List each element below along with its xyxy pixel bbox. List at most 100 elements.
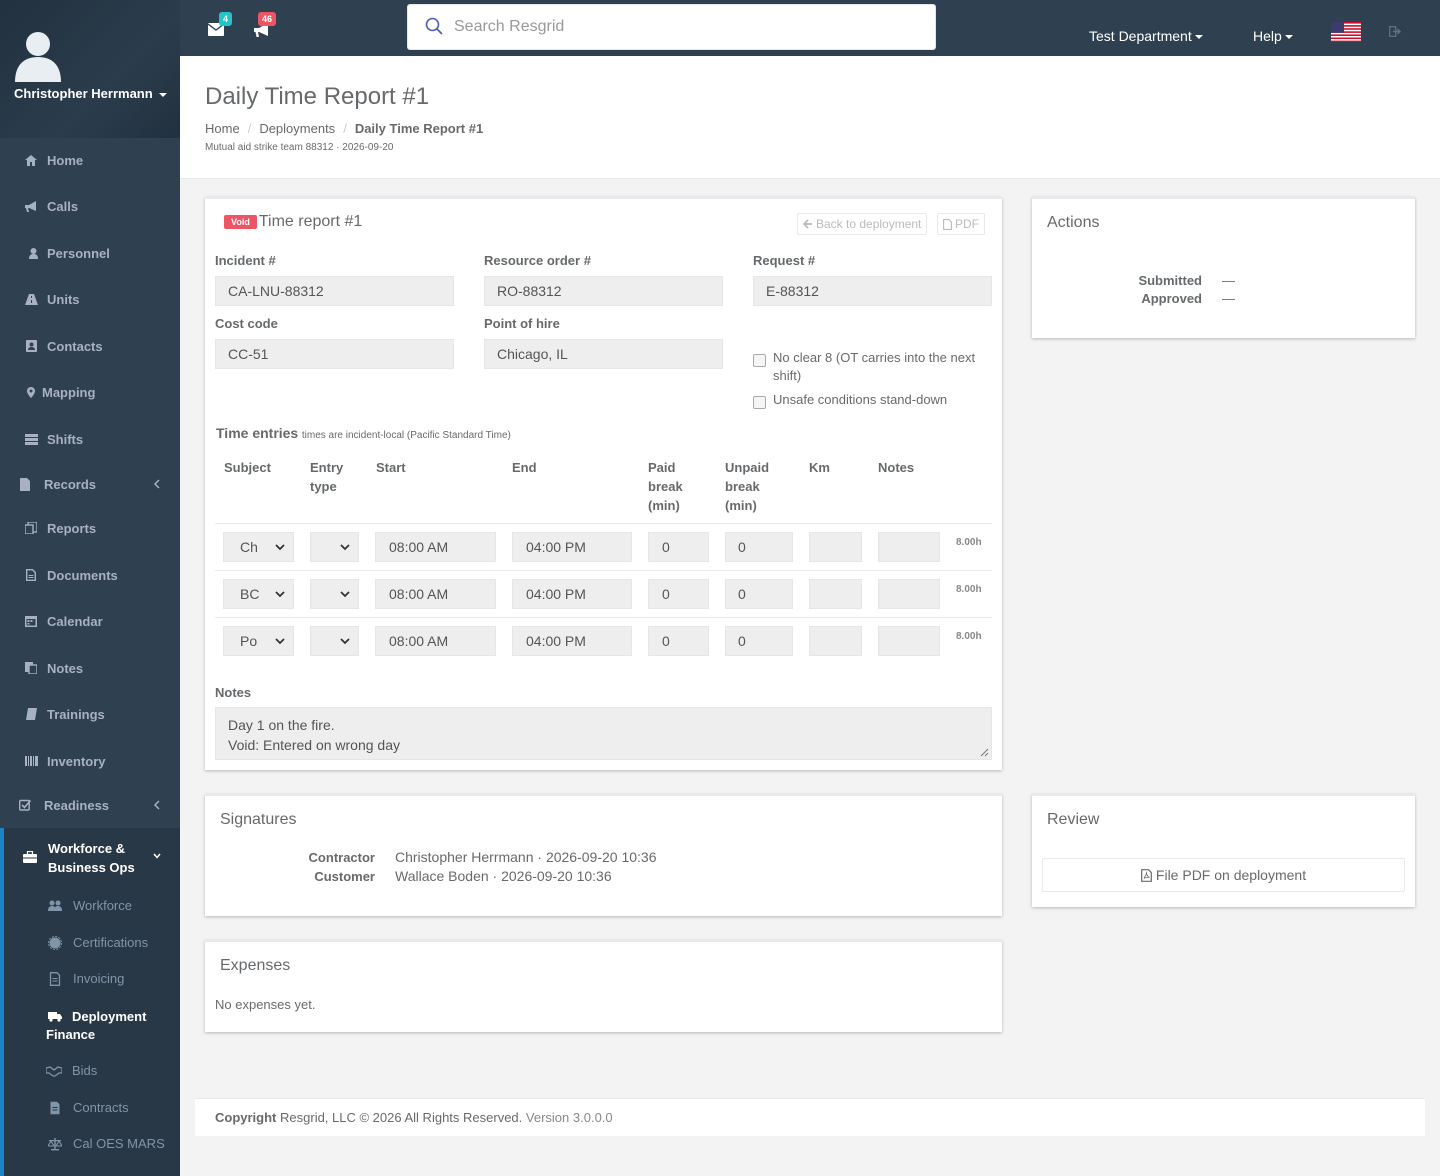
- breadcrumb-separator: /: [343, 121, 347, 136]
- notes-textarea[interactable]: Day 1 on the fire. Void: Entered on wron…: [215, 707, 992, 760]
- entry-notes-input[interactable]: [878, 626, 940, 656]
- sidebar-item-notes[interactable]: Notes: [0, 647, 180, 689]
- sidebar-item-home[interactable]: Home: [0, 139, 180, 181]
- sidebar-item-label: Calendar: [47, 613, 103, 629]
- sidebar-item-shifts[interactable]: Shifts: [0, 418, 180, 460]
- sidebar-item-personnel[interactable]: Personnel: [0, 232, 180, 274]
- entry-type-select[interactable]: [310, 532, 359, 562]
- resource-order-field[interactable]: RO-88312: [484, 276, 723, 306]
- help-dropdown[interactable]: Help: [1253, 28, 1293, 44]
- briefcase-icon: [23, 851, 37, 863]
- end-time-input[interactable]: 04:00 PM: [512, 532, 632, 562]
- subject-value: Ch: [240, 539, 258, 555]
- breadcrumb-deployments-link[interactable]: Deployments: [259, 121, 335, 136]
- footer-version: Version 3.0.0.0: [525, 1110, 613, 1125]
- sidebar-item-label: Personnel: [47, 245, 110, 261]
- no-clear-8-label: No clear 8 (OT carries into the next shi…: [773, 349, 975, 385]
- invoice-icon: [49, 972, 61, 986]
- point-of-hire-field[interactable]: Chicago, IL: [484, 339, 723, 369]
- paid-break-header-line2: break: [648, 479, 683, 494]
- sidebar-group-workforce-business-ops: Workforce & Business Ops Workforce Certi…: [0, 828, 180, 1176]
- unpaid-break-header-line2: break: [725, 479, 760, 494]
- file-pdf-icon: [1141, 868, 1152, 882]
- unpaid-break-input[interactable]: 0: [725, 579, 793, 609]
- sidebar-item-reports[interactable]: Reports: [0, 507, 180, 549]
- incident-field[interactable]: CA-LNU-88312: [215, 276, 454, 306]
- request-label: Request #: [753, 253, 816, 268]
- search-input[interactable]: [454, 5, 924, 49]
- sidebar-subitem-contracts[interactable]: Contracts: [4, 1100, 180, 1115]
- sidebar-item-units[interactable]: Units: [0, 278, 180, 320]
- sidebar-item-workforce-business-ops[interactable]: Workforce & Business Ops: [4, 838, 180, 878]
- table-row: Ch 08:00 AM 04:00 PM 0 0 8.00h: [205, 524, 1002, 571]
- avatar[interactable]: [15, 30, 61, 82]
- sidebar-item-calendar[interactable]: Calendar: [0, 600, 180, 642]
- no-clear-8-checkbox[interactable]: [753, 354, 766, 367]
- km-input[interactable]: [809, 579, 862, 609]
- sidebar-item-calls[interactable]: Calls: [0, 185, 180, 227]
- sidebar-subitem-bids[interactable]: Bids: [4, 1063, 180, 1078]
- sidebar-item-trainings[interactable]: Trainings: [0, 693, 180, 735]
- entry-type-header-line1: Entry: [310, 460, 344, 475]
- void-status-badge: Void: [224, 215, 257, 229]
- sidebar-item-records[interactable]: Records: [0, 463, 180, 505]
- entry-type-select[interactable]: [310, 626, 359, 656]
- sidebar-subitem-invoicing[interactable]: Invoicing: [4, 971, 180, 986]
- barcode-icon: [24, 754, 38, 768]
- sidebar-subitem-cal-oes-mars[interactable]: Cal OES MARS: [4, 1136, 180, 1151]
- subject-value: BC: [240, 586, 260, 602]
- subject-select[interactable]: BC: [223, 579, 294, 609]
- end-time-input[interactable]: 04:00 PM: [512, 579, 632, 609]
- entry-notes-input[interactable]: [878, 532, 940, 562]
- alerts-button[interactable]: 46: [253, 12, 287, 42]
- back-to-deployment-button[interactable]: Back to deployment: [797, 213, 928, 235]
- request-field[interactable]: E-88312: [753, 276, 992, 306]
- unpaid-break-input[interactable]: 0: [725, 532, 793, 562]
- map-marker-icon: [24, 385, 38, 399]
- sidebar-item-mapping[interactable]: Mapping: [0, 371, 180, 413]
- paid-break-input[interactable]: 0: [648, 579, 709, 609]
- chevron-left-icon: [153, 479, 160, 489]
- sign-out-icon[interactable]: [1389, 26, 1402, 37]
- notes-label: Notes: [215, 685, 252, 700]
- resize-handle-icon[interactable]: [979, 747, 989, 757]
- km-input[interactable]: [809, 532, 862, 562]
- us-flag-icon[interactable]: [1331, 22, 1361, 42]
- subject-select[interactable]: Ch: [223, 532, 294, 562]
- sidebar-item-contacts[interactable]: Contacts: [0, 325, 180, 367]
- sidebar-item-label: Trainings: [47, 706, 105, 722]
- sidebar-item-inventory[interactable]: Inventory: [0, 740, 180, 782]
- entry-type-select[interactable]: [310, 579, 359, 609]
- sidebar-subitem-workforce[interactable]: Workforce: [4, 898, 180, 913]
- sidebar-item-label: Mapping: [42, 384, 96, 400]
- messages-button[interactable]: 4: [207, 12, 237, 42]
- paid-break-input[interactable]: 0: [648, 532, 709, 562]
- file-pdf-on-deployment-button[interactable]: File PDF on deployment: [1042, 858, 1405, 892]
- unpaid-break-input[interactable]: 0: [725, 626, 793, 656]
- sidebar-subitem-label: Invoicing: [73, 971, 125, 986]
- km-input[interactable]: [809, 626, 862, 656]
- unsafe-conditions-checkbox[interactable]: [753, 396, 766, 409]
- submitted-label: Submitted: [1138, 273, 1202, 288]
- department-dropdown[interactable]: Test Department: [1089, 28, 1203, 44]
- users-icon: [48, 900, 62, 911]
- start-time-input[interactable]: 08:00 AM: [375, 579, 496, 609]
- sidebar-subitem-certifications[interactable]: Certifications: [4, 935, 180, 950]
- time-report-panel: Void Time report #1 Back to deployment P…: [205, 197, 1002, 770]
- end-time-input[interactable]: 04:00 PM: [512, 626, 632, 656]
- start-time-input[interactable]: 08:00 AM: [375, 626, 496, 656]
- entry-type-column-header: Entry type: [310, 458, 343, 496]
- paid-break-input[interactable]: 0: [648, 626, 709, 656]
- profile-name-dropdown[interactable]: Christopher Herrmann: [14, 86, 167, 101]
- search-box: [407, 4, 936, 50]
- start-time-input[interactable]: 08:00 AM: [375, 532, 496, 562]
- subject-select[interactable]: Po: [223, 626, 294, 656]
- breadcrumb-home-link[interactable]: Home: [205, 121, 240, 136]
- start-column-header: Start: [376, 460, 406, 475]
- entry-notes-input[interactable]: [878, 579, 940, 609]
- pdf-button[interactable]: PDF: [937, 213, 985, 235]
- sidebar-item-readiness[interactable]: Readiness: [0, 784, 180, 826]
- home-icon: [24, 153, 38, 167]
- sidebar-item-documents[interactable]: Documents: [0, 554, 180, 596]
- cost-code-field[interactable]: CC-51: [215, 339, 454, 369]
